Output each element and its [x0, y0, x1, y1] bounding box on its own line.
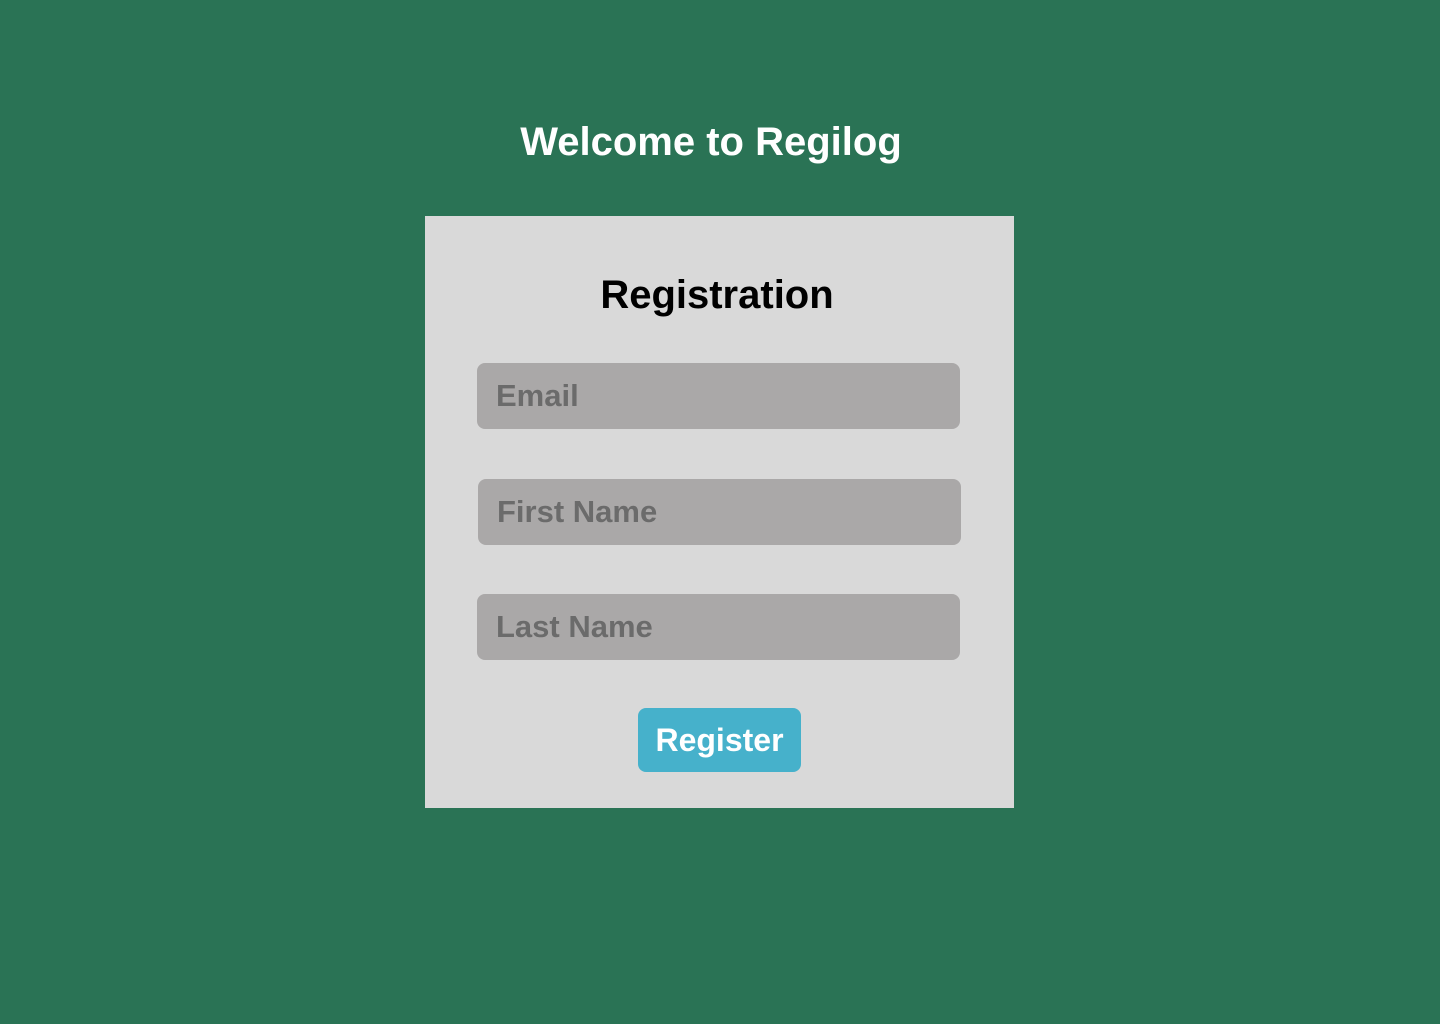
form-title: Registration: [600, 273, 834, 317]
page-title: Welcome to Regilog: [520, 120, 902, 164]
last-name-input[interactable]: [477, 594, 960, 660]
registration-card: Registration Register: [425, 216, 1014, 808]
register-button[interactable]: Register: [638, 708, 801, 772]
email-input[interactable]: [477, 363, 960, 429]
first-name-input[interactable]: [478, 479, 961, 545]
